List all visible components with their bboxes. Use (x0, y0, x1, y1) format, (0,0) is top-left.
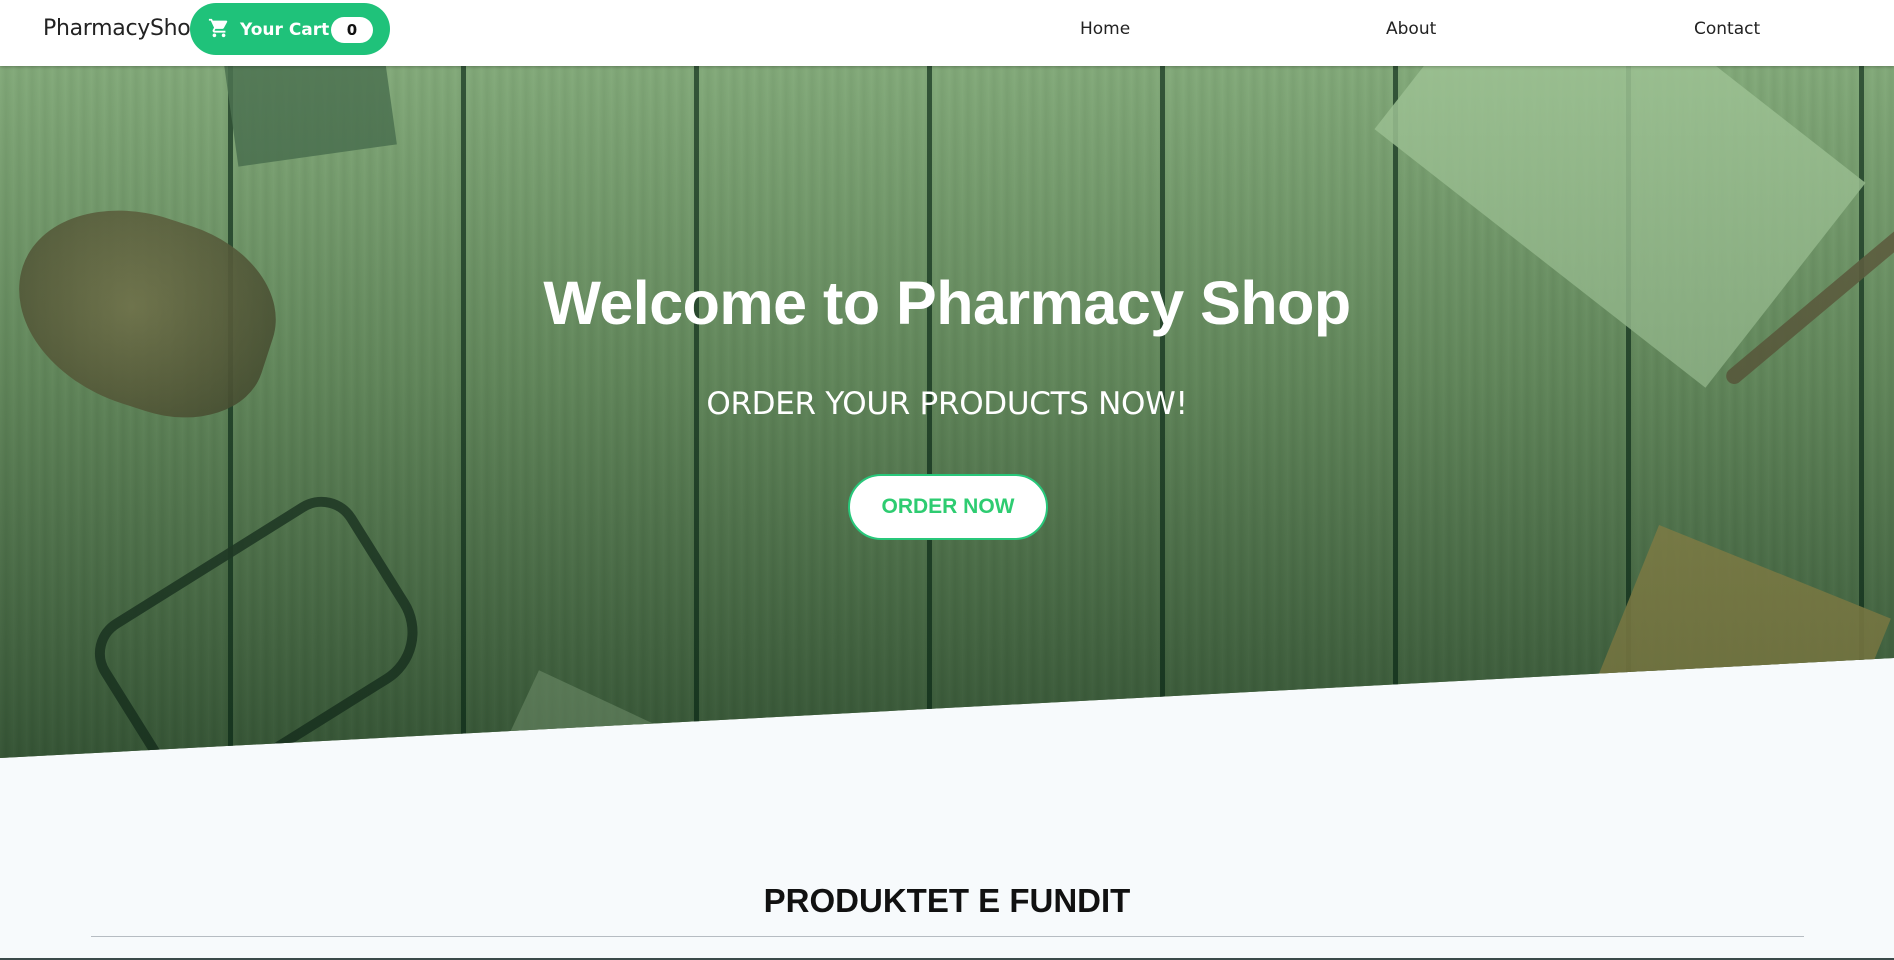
navbar: PharmacyShop Your Cart 0 Home About Cont… (0, 0, 1894, 66)
cart-label: Your Cart (240, 20, 330, 40)
cart-icon (208, 18, 228, 38)
nav-link-home[interactable]: Home (1080, 19, 1130, 39)
hero-banner: Welcome to Pharmacy Shop ORDER YOUR PROD… (0, 66, 1894, 758)
hero-title: Welcome to Pharmacy Shop (543, 269, 1351, 337)
nav-link-about[interactable]: About (1386, 19, 1436, 39)
section-title: PRODUKTET E FUNDIT (763, 882, 1131, 919)
section-divider (91, 936, 1804, 937)
brand-logo[interactable]: PharmacyShop (43, 16, 204, 41)
cart-button[interactable]: Your Cart 0 (190, 3, 390, 55)
order-now-button[interactable]: ORDER NOW (848, 474, 1048, 540)
cart-count-badge: 0 (331, 17, 373, 43)
hero-subtitle: ORDER YOUR PRODUCTS NOW! (706, 386, 1188, 422)
nav-link-contact[interactable]: Contact (1694, 19, 1760, 39)
